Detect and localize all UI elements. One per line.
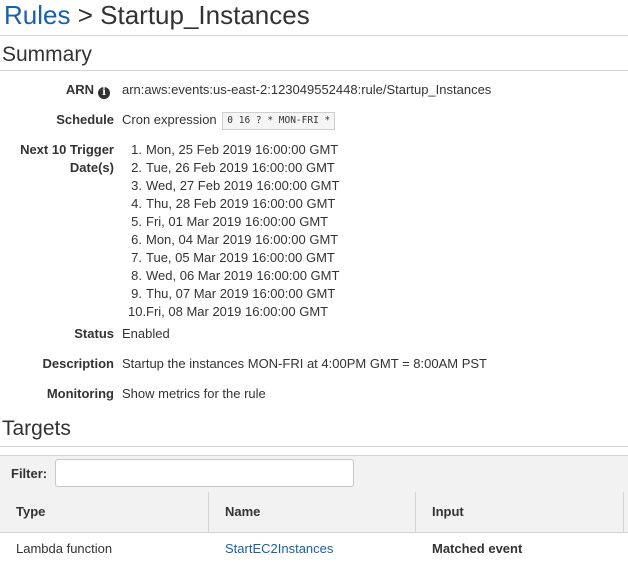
status-label: Status — [74, 326, 114, 341]
trigger-date-number: 6. — [131, 232, 142, 247]
page-title: Startup_Instances — [100, 0, 310, 30]
trigger-date-item: 9. Thu, 07 Mar 2019 16:00:00 GMT — [128, 285, 339, 303]
trigger-date-item: 1. Mon, 25 Feb 2019 16:00:00 GMT — [128, 141, 339, 159]
trigger-date-item: 3. Wed, 27 Feb 2019 16:00:00 GMT — [128, 177, 339, 195]
cron-expression: 0 16 ? * MON-FRI * — [222, 112, 336, 130]
column-header-type[interactable]: Type — [0, 492, 209, 532]
monitoring-label: Monitoring — [46, 386, 114, 401]
schedule-label: Schedule — [56, 112, 114, 127]
trigger-date-value: Fri, 01 Mar 2019 16:00:00 GMT — [146, 214, 329, 229]
target-name-link[interactable]: StartEC2Instances — [209, 533, 416, 567]
filter-input[interactable] — [55, 459, 354, 487]
header-divider — [0, 35, 628, 36]
targets-heading: Targets — [2, 417, 71, 440]
trigger-date-value: Tue, 05 Mar 2019 16:00:00 GMT — [146, 250, 335, 265]
trigger-date-number: 8. — [131, 268, 142, 283]
breadcrumb-separator: > — [77, 0, 93, 30]
trigger-date-item: 8. Wed, 06 Mar 2019 16:00:00 GMT — [128, 267, 339, 285]
trigger-date-item: 4. Thu, 28 Feb 2019 16:00:00 GMT — [128, 195, 339, 213]
trigger-date-value: Wed, 06 Mar 2019 16:00:00 GMT — [146, 268, 340, 283]
next-dates-label: Next 10 Trigger Date(s) — [20, 142, 114, 175]
trigger-date-number: 2. — [131, 160, 142, 175]
trigger-date-number: 7. — [131, 250, 142, 265]
trigger-date-number: 5. — [131, 214, 142, 229]
show-metrics-link[interactable]: Show metrics for the rule — [122, 385, 266, 403]
trigger-date-number: 9. — [131, 286, 142, 301]
table-row[interactable]: Lambda function StartEC2Instances Matche… — [0, 533, 628, 567]
summary-divider — [0, 70, 628, 71]
trigger-date-value: Thu, 28 Feb 2019 16:00:00 GMT — [146, 196, 336, 211]
summary-heading: Summary — [2, 43, 92, 66]
trigger-date-value: Fri, 08 Mar 2019 16:00:00 GMT — [146, 304, 329, 319]
trigger-date-number: 4. — [131, 196, 142, 211]
arn-value: arn:aws:events:us-east-2:123049552448:ru… — [122, 82, 492, 97]
trigger-date-value: Tue, 26 Feb 2019 16:00:00 GMT — [146, 160, 335, 175]
filter-bar: Filter: — [0, 455, 628, 493]
trigger-date-number: 3. — [131, 178, 142, 193]
breadcrumb: Rules > Startup_Instances — [4, 0, 310, 30]
description-value: Startup the instances MON-FRI at 4:00PM … — [122, 356, 487, 371]
schedule-value: Cron expression 0 16 ? * MON-FRI * — [122, 111, 336, 130]
breadcrumb-rules-link[interactable]: Rules — [4, 0, 70, 30]
targets-table-header: Type Name Input — [0, 492, 628, 533]
description-label: Description — [42, 356, 114, 371]
trigger-date-value: Thu, 07 Mar 2019 16:00:00 GMT — [146, 286, 336, 301]
arn-label: ARN i — [66, 81, 110, 99]
target-type: Lambda function — [16, 541, 113, 556]
column-header-name[interactable]: Name — [209, 492, 416, 532]
trigger-date-item: 10.Fri, 08 Mar 2019 16:00:00 GMT — [128, 303, 339, 321]
schedule-prefix: Cron expression — [122, 112, 217, 127]
trigger-date-number: 1. — [131, 142, 142, 157]
trigger-date-value: Wed, 27 Feb 2019 16:00:00 GMT — [146, 178, 340, 193]
next-dates-list: 1. Mon, 25 Feb 2019 16:00:00 GMT 2. Tue, 26… — [128, 141, 339, 321]
trigger-date-value: Mon, 04 Mar 2019 16:00:00 GMT — [146, 232, 339, 247]
target-input: Matched event — [432, 541, 523, 556]
trigger-date-item: 2. Tue, 26 Feb 2019 16:00:00 GMT — [128, 159, 339, 177]
trigger-date-value: Mon, 25 Feb 2019 16:00:00 GMT — [146, 142, 339, 157]
targets-divider — [0, 446, 628, 447]
trigger-date-item: 6. Mon, 04 Mar 2019 16:00:00 GMT — [128, 231, 339, 249]
trigger-date-item: 5. Fri, 01 Mar 2019 16:00:00 GMT — [128, 213, 339, 231]
column-header-input[interactable]: Input — [416, 492, 624, 532]
trigger-date-number: 10. — [128, 304, 147, 319]
info-icon[interactable]: i — [98, 87, 110, 99]
status-value: Enabled — [122, 326, 170, 341]
trigger-date-item: 7. Tue, 05 Mar 2019 16:00:00 GMT — [128, 249, 339, 267]
filter-label: Filter: — [11, 466, 48, 481]
